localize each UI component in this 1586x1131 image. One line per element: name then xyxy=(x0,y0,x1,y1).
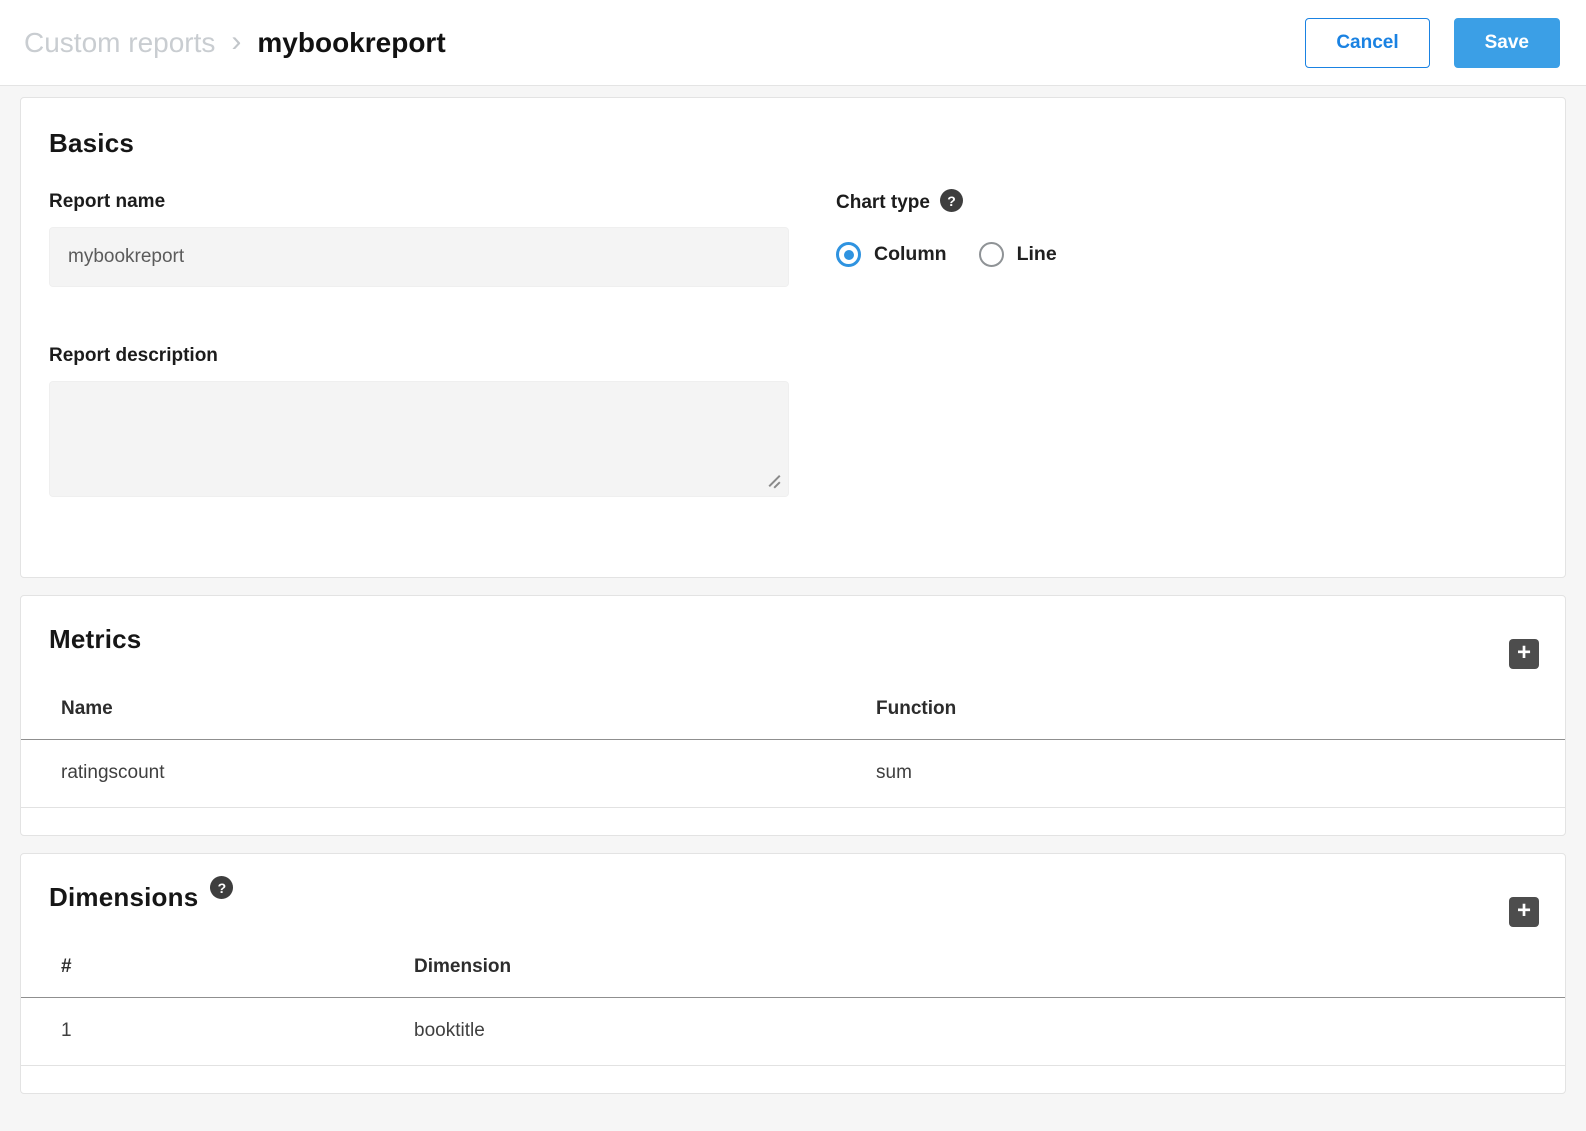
report-name-input[interactable] xyxy=(49,227,789,287)
metrics-col-name: Name xyxy=(21,682,836,740)
metrics-header-row: Name Function xyxy=(21,682,1565,740)
breadcrumb: Custom reports › mybookreport xyxy=(24,26,446,60)
basics-grid: Report name Report description Chart typ… xyxy=(49,191,1537,497)
metrics-card-head: Metrics + xyxy=(21,596,1565,669)
table-row[interactable]: ratingscount sum xyxy=(21,740,1565,808)
chart-type-section: Chart type ? Column Line xyxy=(836,191,1057,497)
radio-selected-icon xyxy=(836,242,861,267)
report-name-label: Report name xyxy=(49,191,789,213)
dimension-number-cell: 1 xyxy=(21,998,374,1066)
chart-type-label: Chart type xyxy=(836,192,930,214)
dimensions-card: Dimensions ? + # Dimension 1 booktitle xyxy=(20,853,1566,1094)
report-description-wrap xyxy=(49,381,789,497)
dimensions-col-dimension: Dimension xyxy=(374,940,1565,998)
chart-type-line-radio[interactable]: Line xyxy=(979,242,1057,267)
table-row[interactable]: 1 booktitle xyxy=(21,998,1565,1066)
dimensions-card-head: Dimensions ? + xyxy=(21,854,1565,927)
dimensions-header-row: # Dimension xyxy=(21,940,1565,998)
metrics-col-function: Function xyxy=(836,682,1565,740)
chevron-right-icon: › xyxy=(231,25,241,59)
cancel-button[interactable]: Cancel xyxy=(1305,18,1429,68)
dimensions-title-row: Dimensions ? xyxy=(49,882,233,913)
breadcrumb-custom-reports[interactable]: Custom reports xyxy=(24,27,215,59)
report-description-input[interactable] xyxy=(49,381,789,497)
breadcrumb-current-report: mybookreport xyxy=(257,27,445,59)
dimensions-table: # Dimension 1 booktitle xyxy=(21,940,1565,1066)
chart-type-column-radio[interactable]: Column xyxy=(836,242,947,267)
chart-type-options: Column Line xyxy=(836,242,1057,267)
metric-function-cell: sum xyxy=(836,740,1565,808)
metrics-table: Name Function ratingscount sum xyxy=(21,682,1565,808)
radio-label-line: Line xyxy=(1017,243,1057,266)
chart-type-label-row: Chart type ? xyxy=(836,191,1057,214)
add-metric-button[interactable]: + xyxy=(1509,639,1539,669)
help-icon[interactable]: ? xyxy=(940,189,963,212)
dimensions-col-number: # xyxy=(21,940,374,998)
radio-unselected-icon xyxy=(979,242,1004,267)
report-description-label: Report description xyxy=(49,345,789,367)
add-dimension-button[interactable]: + xyxy=(1509,897,1539,927)
metric-name-cell: ratingscount xyxy=(21,740,836,808)
header-actions: Cancel Save xyxy=(1305,18,1560,68)
dimensions-title: Dimensions xyxy=(49,882,198,913)
metrics-card: Metrics + Name Function ratingscount sum xyxy=(20,595,1566,836)
save-button[interactable]: Save xyxy=(1454,18,1560,68)
top-bar: Custom reports › mybookreport Cancel Sav… xyxy=(0,0,1586,86)
basics-left-column: Report name Report description xyxy=(49,191,789,497)
radio-label-column: Column xyxy=(874,243,947,266)
dimension-name-cell: booktitle xyxy=(374,998,1565,1066)
basics-title: Basics xyxy=(49,128,1537,159)
report-description-block: Report description xyxy=(49,345,789,497)
basics-card: Basics Report name Report description Ch… xyxy=(20,97,1566,578)
page-body: Basics Report name Report description Ch… xyxy=(0,86,1586,1131)
metrics-title: Metrics xyxy=(49,624,141,655)
help-icon[interactable]: ? xyxy=(210,876,233,899)
